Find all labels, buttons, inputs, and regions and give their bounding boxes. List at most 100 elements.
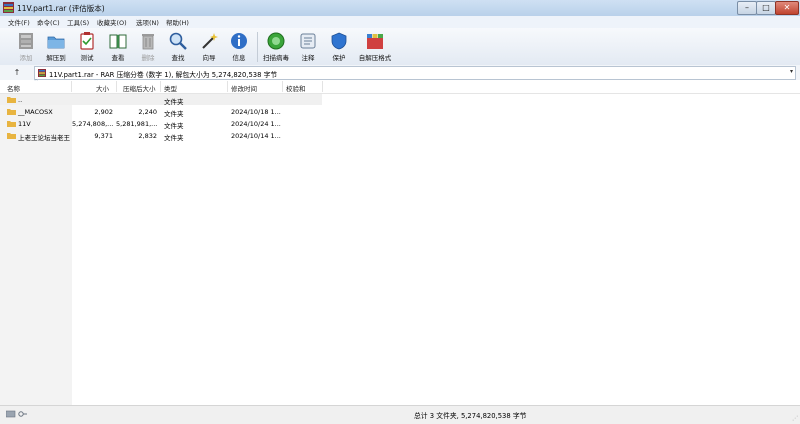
drive-key-icon[interactable] xyxy=(6,410,28,418)
menu-commands[interactable]: 命令(C) xyxy=(37,17,60,27)
info-button[interactable]: 信息 xyxy=(225,30,253,64)
header-divider[interactable] xyxy=(160,81,161,92)
row-modified: 2024/10/24 1... xyxy=(231,120,281,128)
menu-tools[interactable]: 工具(S) xyxy=(67,17,89,27)
col-packed[interactable]: 压缩后大小 xyxy=(123,83,156,93)
row-name: .. xyxy=(18,96,23,104)
winrar-app-icon xyxy=(3,2,14,13)
title-bar: 11V.part1.rar (评估版本) – □ ✕ xyxy=(0,0,800,17)
menu-favorites[interactable]: 收藏夹(O) xyxy=(97,17,127,27)
row-packed: 2,832 xyxy=(138,132,157,140)
rar-archive-icon xyxy=(38,69,46,77)
row-packed: 5,281,981,... xyxy=(116,120,158,128)
add-label: 添加 xyxy=(19,54,33,62)
view-button[interactable]: 查看 xyxy=(104,30,132,64)
header-divider[interactable] xyxy=(322,81,323,92)
find-button[interactable]: 查找 xyxy=(164,30,192,64)
header-divider[interactable] xyxy=(227,81,228,92)
table-row[interactable]: __MACOSX 2,902 2,240 文件夹 2024/10/18 1... xyxy=(0,106,322,118)
view-book-icon xyxy=(109,34,127,49)
row-type: 文件夹 xyxy=(164,98,184,106)
sfx-label: 自解压格式 xyxy=(358,54,392,62)
extract-to-button[interactable]: 解压到 xyxy=(42,30,70,64)
table-row[interactable]: 11V 5,274,808,... 5,281,981,... 文件夹 2024… xyxy=(0,118,322,130)
table-row[interactable]: .. 文件夹 xyxy=(0,94,322,106)
minimize-button[interactable]: – xyxy=(737,1,757,15)
row-type: 文件夹 xyxy=(164,122,184,130)
header-divider[interactable] xyxy=(282,81,283,92)
col-type[interactable]: 类型 xyxy=(164,83,177,93)
column-header: ^ 名称 大小 压缩后大小 类型 修改时间 校验和 xyxy=(0,79,800,94)
close-button[interactable]: ✕ xyxy=(775,1,799,15)
col-modified[interactable]: 修改时间 xyxy=(231,83,257,93)
sort-indicator-icon: ^ xyxy=(34,79,39,85)
header-divider[interactable] xyxy=(116,81,117,92)
wizard-wand-icon xyxy=(202,33,218,49)
virus-scan-icon xyxy=(267,32,285,50)
maximize-button[interactable]: □ xyxy=(756,1,776,15)
address-bar: ↑ 11V.part1.rar - RAR 压缩分卷 (数字 1), 解包大小为… xyxy=(0,65,800,81)
row-modified: 2024/10/18 1... xyxy=(231,108,281,116)
info-label: 信息 xyxy=(232,54,246,62)
toolbar: 添加 解压到 测试 查看 删除 查找 向导 信息 扫描病毒 注释 保护 自解压格… xyxy=(0,28,800,66)
col-crc[interactable]: 校验和 xyxy=(286,83,306,93)
window-title: 11V.part1.rar (评估版本) xyxy=(17,4,105,13)
add-archive-icon xyxy=(19,33,33,49)
row-name: __MACOSX xyxy=(18,108,53,116)
virus-scan-label: 扫描病毒 xyxy=(263,54,289,62)
menu-file[interactable]: 文件(F) xyxy=(8,17,30,27)
menu-options[interactable]: 选项(N) xyxy=(136,17,159,27)
test-label: 测试 xyxy=(80,54,94,62)
row-type: 文件夹 xyxy=(164,110,184,118)
resize-grip-icon[interactable]: ⋰ xyxy=(792,415,798,422)
col-size[interactable]: 大小 xyxy=(96,83,109,93)
up-folder-button[interactable]: ↑ xyxy=(6,67,28,78)
header-divider[interactable] xyxy=(71,81,72,92)
comment-icon xyxy=(300,33,316,49)
sfx-box-icon xyxy=(367,34,383,49)
find-label: 查找 xyxy=(171,54,185,62)
status-summary: 总计 3 文件夹, 5,274,820,538 字节 xyxy=(414,412,527,420)
folder-icon xyxy=(7,97,16,103)
test-clipboard-icon xyxy=(80,32,94,50)
row-size: 9,371 xyxy=(94,132,113,140)
toolbar-separator xyxy=(257,32,258,62)
trash-icon xyxy=(142,34,154,50)
row-packed: 2,240 xyxy=(138,108,157,116)
sfx-button[interactable]: 自解压格式 xyxy=(356,30,394,64)
protect-label: 保护 xyxy=(332,54,346,62)
view-label: 查看 xyxy=(111,54,125,62)
add-button[interactable]: 添加 xyxy=(12,30,40,64)
folder-icon xyxy=(7,133,16,139)
address-path-text: 11V.part1.rar - RAR 压缩分卷 (数字 1), 解包大小为 5… xyxy=(49,71,278,79)
shield-icon xyxy=(331,32,347,50)
wizard-label: 向导 xyxy=(202,54,216,62)
address-path-field[interactable]: 11V.part1.rar - RAR 压缩分卷 (数字 1), 解包大小为 5… xyxy=(34,66,796,80)
row-name: 11V xyxy=(18,120,31,128)
status-bar: 总计 3 文件夹, 5,274,820,538 字节 ⋰ xyxy=(0,405,800,424)
delete-button[interactable]: 删除 xyxy=(134,30,162,64)
file-list: ^ 名称 大小 压缩后大小 类型 修改时间 校验和 .. 文件夹 __MACOS… xyxy=(0,79,800,405)
protect-button[interactable]: 保护 xyxy=(325,30,353,64)
delete-label: 删除 xyxy=(141,54,155,62)
menu-bar: 文件(F) 命令(C) 工具(S) 收藏夹(O) 选项(N) 帮助(H) xyxy=(0,16,800,28)
comment-label: 注释 xyxy=(301,54,315,62)
row-size: 5,274,808,... xyxy=(72,120,114,128)
extract-to-label: 解压到 xyxy=(46,54,66,62)
extract-folder-icon xyxy=(47,36,65,49)
row-size: 2,902 xyxy=(94,108,113,116)
magnifier-icon xyxy=(169,32,187,50)
table-row[interactable]: 上老王论坛当老王 9,371 2,832 文件夹 2024/10/14 1... xyxy=(0,130,322,142)
row-name: 上老王论坛当老王 xyxy=(18,134,70,142)
menu-help[interactable]: 帮助(H) xyxy=(166,17,189,27)
virus-scan-button[interactable]: 扫描病毒 xyxy=(262,30,290,64)
test-button[interactable]: 测试 xyxy=(73,30,101,64)
row-type: 文件夹 xyxy=(164,134,184,142)
row-modified: 2024/10/14 1... xyxy=(231,132,281,140)
col-name[interactable]: 名称 xyxy=(7,83,20,93)
wizard-button[interactable]: 向导 xyxy=(195,30,223,64)
folder-icon xyxy=(7,121,16,127)
folder-icon xyxy=(7,109,16,115)
address-dropdown-icon[interactable]: ▾ xyxy=(790,68,793,75)
comment-button[interactable]: 注释 xyxy=(294,30,322,64)
